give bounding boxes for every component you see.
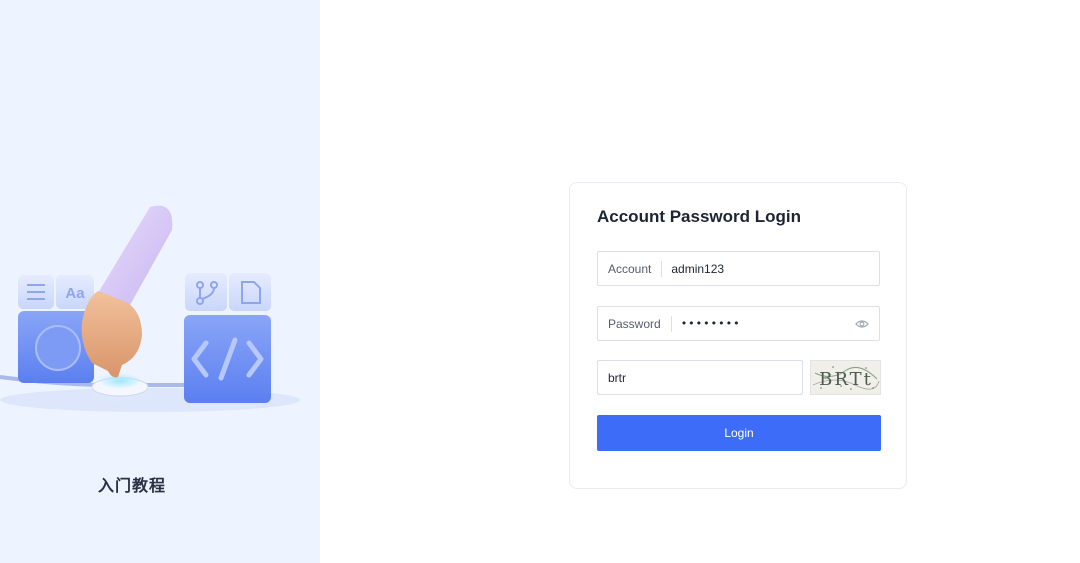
captcha-field[interactable]: [597, 360, 803, 395]
tutorial-illustration: Aa: [0, 205, 300, 412]
tutorial-caption[interactable]: 入门教程: [0, 472, 264, 496]
list-icon: [18, 275, 54, 309]
captcha-image[interactable]: BRTt: [810, 360, 881, 395]
file-icon: [229, 273, 271, 311]
eye-icon[interactable]: [855, 317, 869, 331]
login-button[interactable]: Login: [597, 415, 881, 451]
login-card: Account Password Login Account Password …: [569, 182, 907, 489]
git-branch-icon: [185, 273, 227, 311]
password-field[interactable]: Password: [597, 306, 880, 341]
login-title: Account Password Login: [597, 207, 802, 226]
code-icon: [184, 315, 271, 403]
password-label: Password: [598, 315, 672, 332]
svg-text:Aa: Aa: [65, 285, 85, 302]
captcha-input[interactable]: [598, 361, 802, 394]
account-input[interactable]: [662, 253, 879, 284]
account-label: Account: [598, 260, 663, 277]
password-input[interactable]: [671, 308, 855, 339]
captcha-text: BRTt: [819, 369, 873, 390]
account-field[interactable]: Account: [597, 251, 880, 286]
left-panel: Aa 入门教程: [0, 0, 320, 563]
